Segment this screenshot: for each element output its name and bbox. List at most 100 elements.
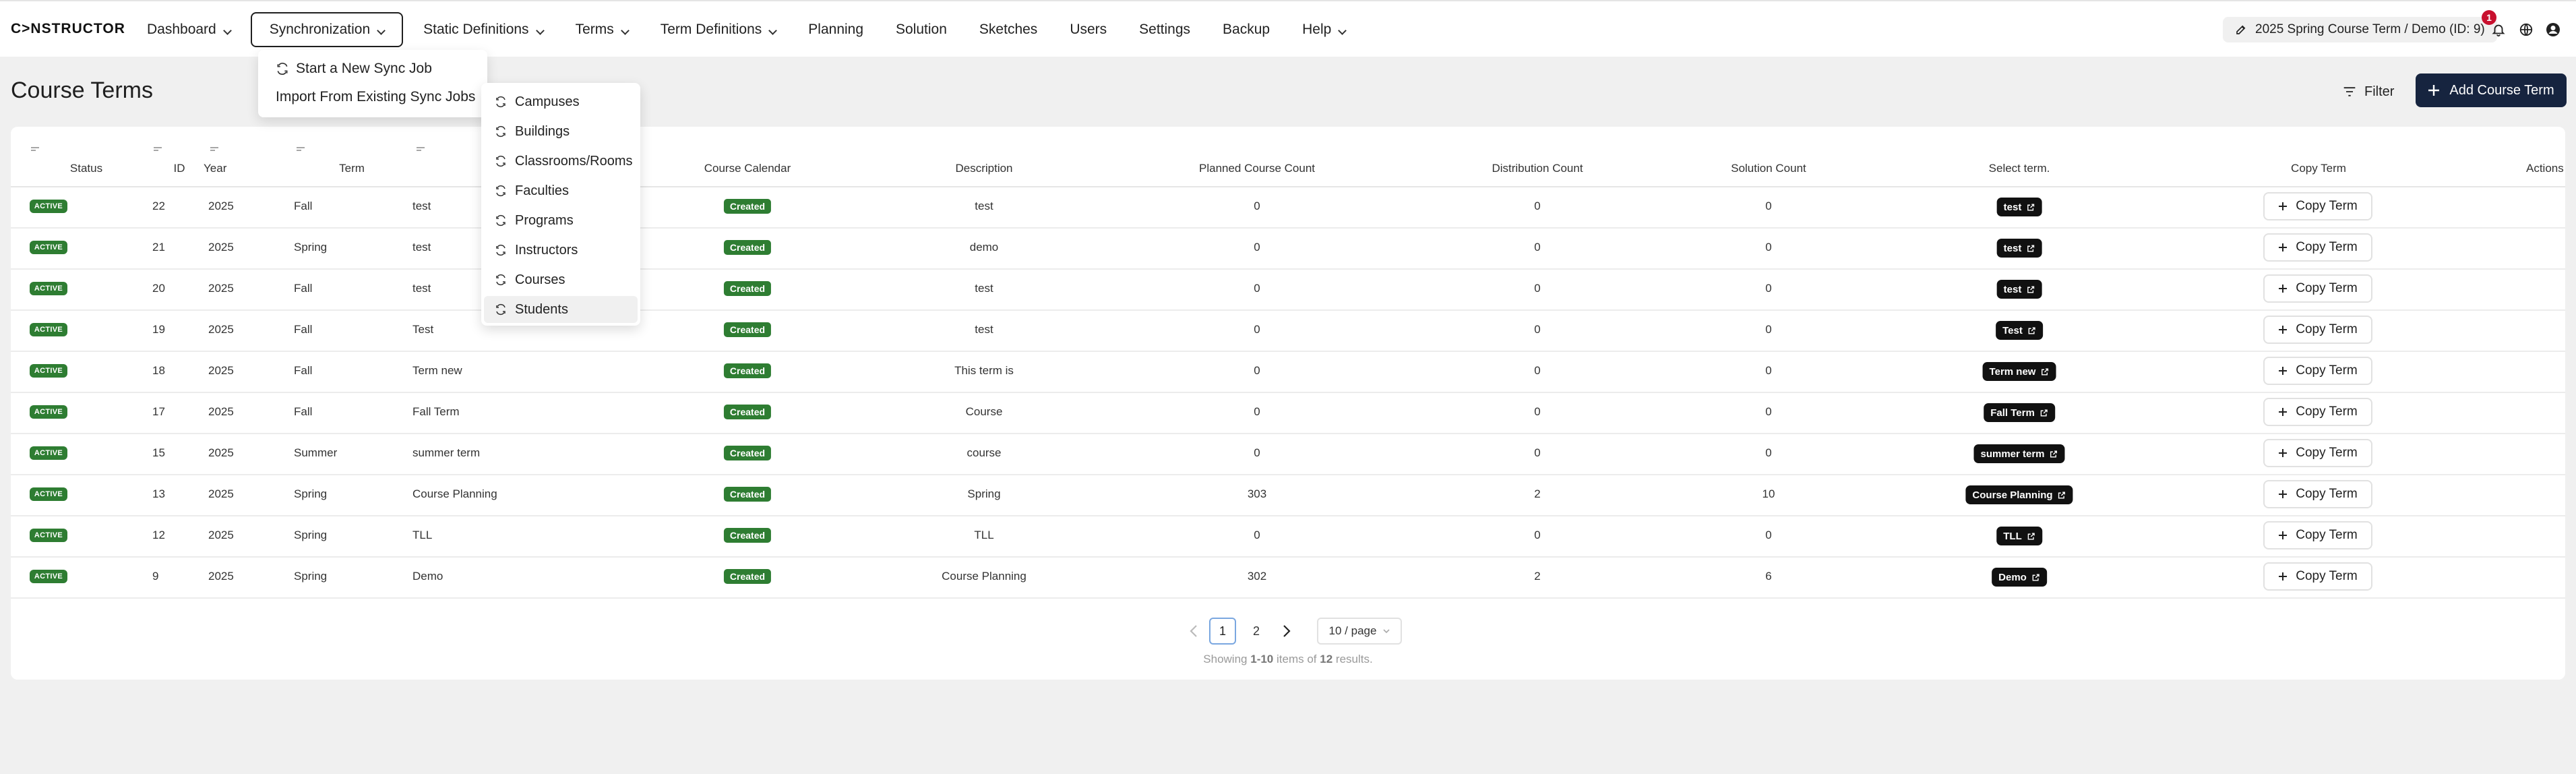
start-sync-job-label: Start a New Sync Job: [296, 61, 432, 76]
nav-users[interactable]: Users: [1057, 12, 1119, 47]
import-item-students[interactable]: Students: [484, 296, 638, 323]
import-item-classrooms-rooms[interactable]: Classrooms/Rooms: [484, 148, 638, 175]
copy-term-button[interactable]: Copy Term: [2263, 521, 2372, 549]
nav-term-definitions[interactable]: Term Definitions: [648, 12, 789, 47]
calendar-status-badge: Created: [723, 363, 772, 378]
status-badge: ACTIVE: [30, 323, 67, 336]
cell-planned-count: 303: [1247, 487, 1267, 500]
import-item-courses[interactable]: Courses: [484, 266, 638, 293]
cell-solution-count: 0: [1765, 200, 1772, 212]
select-term-label: test: [2003, 201, 2022, 213]
cell-id: 9: [152, 570, 159, 583]
nav-planning[interactable]: Planning: [796, 12, 876, 47]
current-term-selector[interactable]: 2025 Spring Course Term / Demo (ID: 9): [2223, 17, 2497, 42]
user-menu-button[interactable]: [2542, 18, 2565, 41]
column-header-distribution: Distribution Count: [1492, 162, 1583, 175]
import-sync-jobs-item[interactable]: Import From Existing Sync Jobs: [276, 89, 493, 105]
column-filter-icon[interactable]: [297, 147, 306, 154]
next-page-button[interactable]: [1277, 618, 1297, 645]
calendar-status-badge: Created: [723, 281, 772, 296]
cell-year: 2025: [208, 529, 234, 541]
cell-description: Course Planning: [942, 570, 1026, 583]
language-button[interactable]: [2515, 18, 2538, 41]
copy-term-button[interactable]: Copy Term: [2263, 192, 2372, 220]
cell-name: test: [412, 200, 431, 212]
copy-term-button[interactable]: Copy Term: [2263, 233, 2372, 262]
cell-planned-count: 0: [1254, 323, 1260, 336]
column-header-description: Description: [955, 162, 1013, 175]
cell-term: Spring: [294, 241, 328, 254]
app-logo[interactable]: C>NSTRUCTOR: [11, 21, 125, 37]
nav-backup[interactable]: Backup: [1210, 12, 1282, 47]
import-item-faculties[interactable]: Faculties: [484, 177, 638, 204]
copy-term-button[interactable]: Copy Term: [2263, 562, 2372, 591]
select-term-button[interactable]: test: [1996, 198, 2042, 216]
table-row: ACTIVE 18 2025 Fall Term new Created This term…: [11, 351, 2565, 393]
column-filter-icon[interactable]: [154, 147, 163, 154]
cell-term: Fall: [294, 364, 313, 377]
external-link-icon: [2027, 532, 2035, 541]
nav-dashboard[interactable]: Dashboard: [135, 12, 243, 47]
copy-term-button[interactable]: Copy Term: [2263, 480, 2372, 508]
cell-distribution-count: 0: [1534, 200, 1541, 212]
cell-year: 2025: [208, 200, 234, 212]
nav-label: Backup: [1223, 22, 1270, 37]
select-term-button[interactable]: Course Planning: [1965, 485, 2073, 504]
column-filter-icon[interactable]: [417, 147, 426, 154]
nav-solution[interactable]: Solution: [884, 12, 959, 47]
table-row: ACTIVE 9 2025 Spring Demo Created Course Plann…: [11, 556, 2565, 599]
globe-icon: [2519, 22, 2534, 37]
cell-year: 2025: [208, 487, 234, 500]
select-term-button[interactable]: Test: [1996, 321, 2043, 340]
select-term-button[interactable]: test: [1996, 239, 2042, 258]
select-term-button[interactable]: TLL: [1996, 527, 2042, 545]
select-term-button[interactable]: Term new: [1982, 362, 2056, 381]
chevron-down-icon: [620, 22, 630, 38]
select-term-label: Fall Term: [1990, 407, 2035, 419]
nav-terms[interactable]: Terms: [563, 12, 640, 47]
copy-term-button[interactable]: Copy Term: [2263, 357, 2372, 385]
add-course-term-button[interactable]: Add Course Term: [2416, 73, 2567, 107]
chevron-down-icon: [535, 22, 545, 38]
copy-term-button[interactable]: Copy Term: [2263, 274, 2372, 303]
plus-icon: [2278, 202, 2288, 211]
table-row: ACTIVE 12 2025 Spring TLL Created TLL 0 0 0 TLL Cop…: [11, 515, 2565, 558]
column-header-year: Year: [204, 162, 227, 175]
select-term-button[interactable]: test: [1996, 280, 2042, 299]
import-item-programs[interactable]: Programs: [484, 207, 638, 234]
import-item-instructors[interactable]: Instructors: [484, 237, 638, 264]
nav-label: Term Definitions: [660, 22, 762, 37]
nav-settings[interactable]: Settings: [1127, 12, 1202, 47]
plus-icon: [2278, 284, 2288, 293]
nav-synchronization[interactable]: Synchronization: [250, 12, 404, 47]
copy-term-button[interactable]: Copy Term: [2263, 439, 2372, 467]
select-term-button[interactable]: Fall Term: [1984, 403, 2055, 422]
copy-term-button[interactable]: Copy Term: [2263, 398, 2372, 426]
cell-year: 2025: [208, 323, 234, 336]
select-term-button[interactable]: Demo: [1992, 568, 2047, 587]
column-filter-icon[interactable]: [31, 147, 40, 154]
course-terms-card: Status ID Year Term Course Calendar Descripti…: [11, 127, 2565, 680]
filter-button[interactable]: Filter: [2343, 78, 2394, 105]
sync-icon: [495, 155, 507, 167]
import-item-campuses[interactable]: Campuses: [484, 88, 638, 115]
table-row: ACTIVE 21 2025 Spring test Created demo 0 0 0 test…: [11, 227, 2565, 270]
page-size-select[interactable]: 10 / page: [1317, 618, 1402, 645]
copy-term-button[interactable]: Copy Term: [2263, 316, 2372, 344]
page-2-button[interactable]: 2: [1243, 618, 1270, 645]
current-term-label: 2025 Spring Course Term / Demo (ID: 9): [2255, 22, 2485, 36]
filter-label: Filter: [2364, 84, 2395, 99]
external-link-icon: [2026, 203, 2035, 212]
import-item-label: Classrooms/Rooms: [515, 153, 633, 169]
start-sync-job-item[interactable]: Start a New Sync Job: [276, 61, 432, 77]
nav-sketches[interactable]: Sketches: [967, 12, 1049, 47]
column-filter-icon[interactable]: [210, 147, 220, 154]
import-item-buildings[interactable]: Buildings: [484, 118, 638, 145]
page-1-button[interactable]: 1: [1209, 618, 1236, 645]
cell-term: Fall: [294, 200, 313, 212]
prev-page-button[interactable]: [1184, 618, 1204, 645]
import-item-label: Courses: [515, 272, 565, 287]
nav-help[interactable]: Help: [1290, 12, 1357, 47]
nav-static-definitions[interactable]: Static Definitions: [411, 12, 555, 47]
select-term-button[interactable]: summer term: [1973, 444, 2065, 463]
